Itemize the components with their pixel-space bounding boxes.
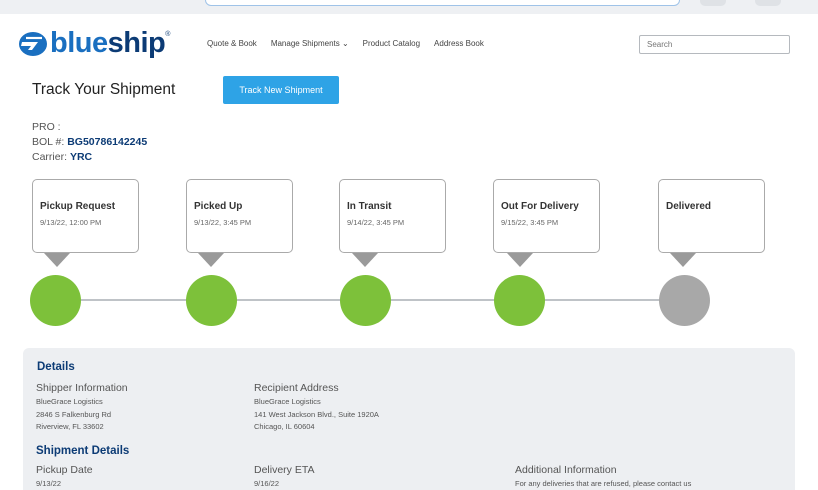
- shipper-info: BlueGrace Logistics 2846 S Falkenburg Rd…: [36, 396, 111, 434]
- pickup-date-value: 9/13/22: [36, 479, 62, 488]
- stage-dot-out-for-delivery: [494, 275, 545, 326]
- stage-dot-delivered: [659, 275, 710, 326]
- main-nav: Quote & Book Manage Shipments ⌄ Product …: [207, 39, 498, 48]
- details-panel: Details Shipper Information BlueGrace Lo…: [23, 348, 795, 490]
- shipper-line: Riverview, FL 33602: [36, 422, 104, 431]
- stage-date: 9/13/22, 3:45 PM: [194, 218, 252, 227]
- stage-dot-in-transit: [340, 275, 391, 326]
- stage-dot-picked-up: [186, 275, 237, 326]
- recipient-line: BlueGrace Logistics: [254, 397, 321, 406]
- stage-name: Pickup Request: [40, 201, 116, 212]
- carrier-row: Carrier: YRC: [32, 151, 92, 163]
- stage-card-delivered: Delivered: [658, 179, 765, 253]
- stage-pointer: [352, 253, 378, 267]
- registered-mark: ®: [165, 31, 171, 38]
- carrier-label: Carrier:: [32, 151, 68, 163]
- shipper-line: BlueGrace Logistics: [36, 397, 103, 406]
- stage-card-out-for-delivery: Out For Delivery 9/15/22, 3:45 PM: [493, 179, 600, 253]
- delivery-eta-label: Delivery ETA: [254, 464, 315, 476]
- stage-name: Out For Delivery: [501, 201, 579, 212]
- stage-date: 9/13/22, 12:00 PM: [40, 218, 102, 227]
- stage-name: In Transit: [347, 201, 392, 212]
- stage-date: 9/15/22, 3:45 PM: [501, 218, 559, 227]
- pro-row: PRO :: [32, 121, 61, 133]
- stage-name: Picked Up: [194, 201, 243, 212]
- browser-address-bar[interactable]: [205, 0, 680, 6]
- recipient-line: 141 West Jackson Blvd., Suite 1920A: [254, 409, 379, 419]
- stage-dot-pickup-request: [30, 275, 81, 326]
- bol-label: BOL #:: [32, 136, 65, 148]
- browser-toolbar: [0, 0, 818, 14]
- details-heading: Details: [37, 361, 75, 373]
- shipper-line: 2846 S Falkenburg Rd: [36, 409, 112, 419]
- logo-wordmark: blueship: [50, 27, 166, 59]
- nav-manage-shipments[interactable]: Manage Shipments ⌄: [271, 39, 349, 48]
- stage-date: 9/14/22, 3:45 PM: [347, 218, 405, 227]
- carrier-value: YRC: [69, 151, 93, 163]
- pickup-date-label: Pickup Date: [36, 464, 93, 476]
- stage-pointer: [44, 253, 70, 267]
- search-input[interactable]: [639, 35, 790, 54]
- additional-info-value: For any deliveries that are refused, ple…: [515, 479, 692, 488]
- delivery-eta-value: 9/16/22: [254, 479, 280, 488]
- page-title: Track Your Shipment: [32, 81, 176, 98]
- bol-value: BG50786142245: [67, 136, 148, 148]
- shipment-details-heading: Shipment Details: [36, 445, 130, 457]
- recipient-line: Chicago, IL 60604: [254, 422, 315, 431]
- stage-pointer: [198, 253, 224, 267]
- stage-card-in-transit: In Transit 9/14/22, 3:45 PM: [339, 179, 446, 253]
- nav-address-book[interactable]: Address Book: [434, 39, 484, 48]
- recipient-info: BlueGrace Logistics 141 West Jackson Blv…: [254, 396, 379, 434]
- blueship-logo[interactable]: blueship ®: [18, 29, 170, 58]
- browser-button[interactable]: [755, 0, 781, 6]
- logo-mark-icon: [19, 31, 47, 56]
- shipper-label: Shipper Information: [36, 382, 128, 394]
- recipient-label: Recipient Address: [254, 382, 339, 394]
- bol-row: BOL #: BG50786142245: [32, 136, 147, 148]
- nav-product-catalog[interactable]: Product Catalog: [363, 39, 420, 48]
- stage-card-picked-up: Picked Up 9/13/22, 3:45 PM: [186, 179, 293, 253]
- pro-label: PRO :: [32, 121, 61, 133]
- track-new-shipment-button[interactable]: Track New Shipment: [223, 76, 339, 104]
- stage-pointer: [670, 253, 696, 267]
- stage-name: Delivered: [666, 201, 712, 212]
- nav-quote-book[interactable]: Quote & Book: [207, 39, 257, 48]
- browser-button[interactable]: [700, 0, 726, 6]
- stage-pointer: [507, 253, 533, 267]
- stage-card-pickup-request: Pickup Request 9/13/22, 12:00 PM: [32, 179, 139, 253]
- additional-info-label: Additional Information: [515, 464, 617, 476]
